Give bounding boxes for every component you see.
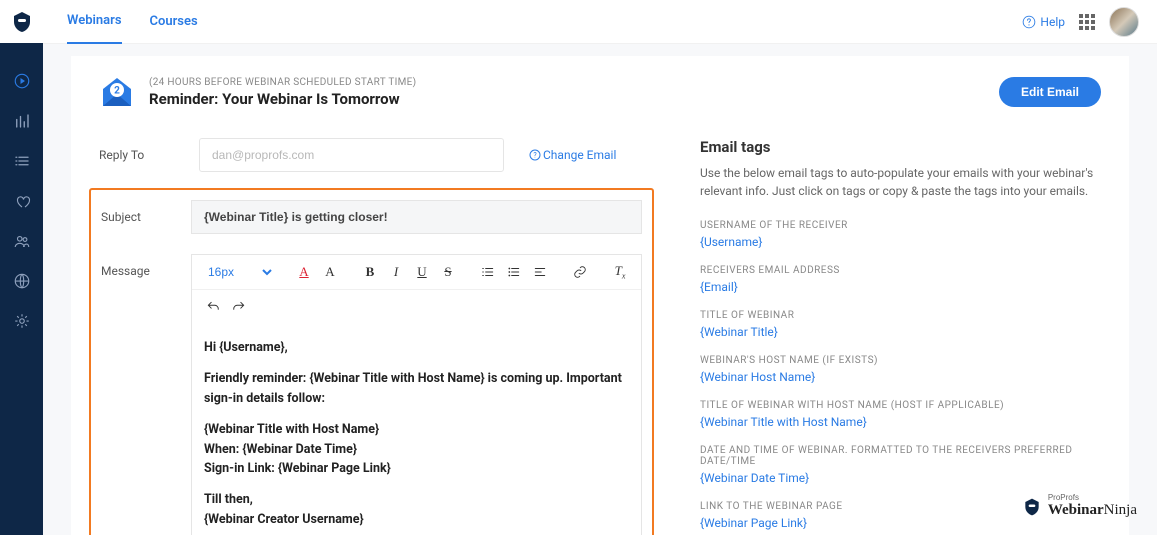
tab-courses[interactable]: Courses (150, 0, 198, 43)
nav-stats[interactable] (0, 101, 43, 141)
tag-label: DATE AND TIME OF WEBINAR. FORMATTED TO T… (700, 445, 1101, 467)
nav-people[interactable] (0, 221, 43, 261)
ordered-list-icon (481, 265, 495, 279)
strike-button[interactable]: S (437, 261, 459, 283)
topbar: Webinars Courses Help (43, 0, 1157, 44)
tag-block: USERNAME OF THE RECEIVER {Username} (700, 220, 1101, 249)
tag-label: TITLE OF WEBINAR (700, 310, 1101, 321)
tag-value[interactable]: {Webinar Date Time} (700, 471, 1101, 485)
reply-to-input[interactable] (199, 138, 504, 172)
undo-icon (206, 300, 220, 314)
message-label: Message (101, 254, 191, 278)
tag-value[interactable]: {Webinar Title} (700, 325, 1101, 339)
list-icon (13, 152, 31, 170)
underline-button[interactable]: U (411, 261, 433, 283)
content-area: 2 (24 HOURS BEFORE WEBINAR SCHEDULED STA… (43, 44, 1157, 535)
reply-to-label: Reply To (99, 138, 199, 162)
app-logo[interactable] (0, 0, 43, 43)
tag-value[interactable]: {Username} (700, 235, 1101, 249)
redo-icon (232, 300, 246, 314)
tag-block: WEBINAR'S HOST NAME (IF EXISTS) {Webinar … (700, 355, 1101, 384)
shield-icon (1022, 497, 1042, 517)
nav-webinars[interactable] (0, 61, 43, 101)
tab-webinars[interactable]: Webinars (67, 0, 122, 44)
tag-value[interactable]: {Webinar Host Name} (700, 370, 1101, 384)
link-button[interactable] (569, 261, 591, 283)
help-label: Help (1040, 15, 1065, 29)
help-link[interactable]: Help (1022, 15, 1065, 29)
reply-to-row: Reply To ? Change Email (99, 138, 654, 172)
help-icon (1022, 15, 1036, 29)
user-avatar[interactable] (1109, 7, 1139, 37)
edit-email-button[interactable]: Edit Email (999, 77, 1101, 107)
message-row: Message 16px A A B I (101, 254, 642, 535)
subject-row: Subject (101, 200, 642, 234)
tag-block: TITLE OF WEBINAR WITH HOST NAME (HOST IF… (700, 400, 1101, 429)
subject-input[interactable] (191, 200, 642, 234)
shield-icon (10, 10, 34, 34)
align-icon (533, 265, 547, 279)
nav-settings[interactable] (0, 301, 43, 341)
bg-color-button[interactable]: A (319, 261, 341, 283)
brand-badge: ProProfs WebinarNinja (1022, 494, 1137, 519)
align-button[interactable] (529, 261, 551, 283)
nav-list[interactable] (0, 141, 43, 181)
tags-description: Use the below email tags to auto-populat… (700, 164, 1101, 200)
tag-block: RECEIVERS EMAIL ADDRESS {Email} (700, 265, 1101, 294)
help-icon: ? (529, 149, 541, 161)
tag-label: TITLE OF WEBINAR WITH HOST NAME (HOST IF… (700, 400, 1101, 411)
panel-header: 2 (24 HOURS BEFORE WEBINAR SCHEDULED STA… (99, 74, 1101, 110)
unordered-list-button[interactable] (503, 261, 525, 283)
bold-button[interactable]: B (359, 261, 381, 283)
timing-label: (24 HOURS BEFORE WEBINAR SCHEDULED START… (149, 77, 999, 88)
editor-toolbar-row-2 (192, 290, 641, 324)
tag-block: TITLE OF WEBINAR {Webinar Title} (700, 310, 1101, 339)
reminder-envelope-icon: 2 (99, 74, 135, 110)
play-circle-icon (13, 72, 31, 90)
font-size-select[interactable]: 16px (202, 262, 275, 282)
tag-label: USERNAME OF THE RECEIVER (700, 220, 1101, 231)
subject-label: Subject (101, 200, 191, 224)
tag-label: WEBINAR'S HOST NAME (IF EXISTS) (700, 355, 1101, 366)
nav-globe[interactable] (0, 261, 43, 301)
rich-text-editor: 16px A A B I U S (191, 254, 642, 535)
heart-hands-icon (13, 192, 31, 210)
nav-favorites[interactable] (0, 181, 43, 221)
users-icon (13, 232, 31, 250)
ordered-list-button[interactable] (477, 261, 499, 283)
svg-text:?: ? (533, 152, 537, 160)
bar-chart-icon (13, 112, 31, 130)
tag-label: RECEIVERS EMAIL ADDRESS (700, 265, 1101, 276)
clear-format-button[interactable]: Tx (609, 261, 631, 283)
change-email-link[interactable]: ? Change Email (529, 148, 616, 162)
editor-highlight-frame: Subject Message 16px A (89, 188, 654, 535)
redo-button[interactable] (228, 296, 250, 318)
gear-icon (13, 312, 31, 330)
tag-value[interactable]: {Email} (700, 280, 1101, 294)
panel-title: Reminder: Your Webinar Is Tomorrow (149, 90, 999, 108)
svg-text:2: 2 (114, 86, 120, 97)
undo-button[interactable] (202, 296, 224, 318)
left-rail (0, 0, 43, 535)
globe-icon (13, 272, 31, 290)
email-tags-sidebar: Email tags Use the below email tags to a… (654, 138, 1101, 535)
unordered-list-icon (507, 265, 521, 279)
tags-title: Email tags (700, 138, 1101, 156)
link-icon (573, 265, 587, 279)
message-body-editor[interactable]: Hi {Username}, Friendly reminder: {Webin… (192, 324, 641, 535)
tag-value[interactable]: {Webinar Title with Host Name} (700, 415, 1101, 429)
text-color-button[interactable]: A (293, 261, 315, 283)
email-panel: 2 (24 HOURS BEFORE WEBINAR SCHEDULED STA… (71, 56, 1129, 535)
italic-button[interactable]: I (385, 261, 407, 283)
apps-grid-icon[interactable] (1079, 14, 1095, 30)
tag-block: DATE AND TIME OF WEBINAR. FORMATTED TO T… (700, 445, 1101, 485)
editor-toolbar-row-1: 16px A A B I U S (192, 255, 641, 290)
